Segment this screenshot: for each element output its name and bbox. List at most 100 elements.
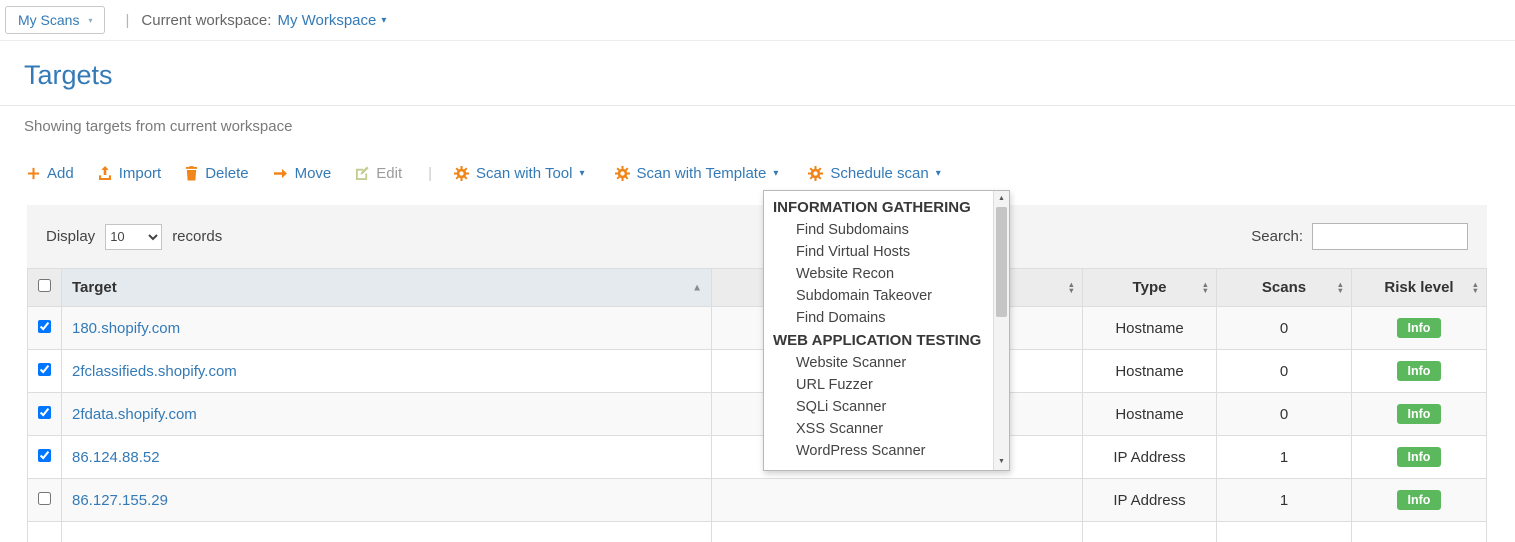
- target-link[interactable]: 2fdata.shopify.com: [72, 406, 197, 423]
- edit-button[interactable]: Edit: [355, 165, 402, 182]
- plus-icon: [27, 167, 40, 180]
- row-checkbox[interactable]: [38, 406, 51, 419]
- scans-cell: 1: [1217, 479, 1352, 522]
- dropdown-item[interactable]: WordPress Scanner: [764, 440, 993, 462]
- empty-cell: [712, 479, 1083, 522]
- my-scans-button[interactable]: My Scans ▾: [5, 6, 105, 34]
- risk-cell: Info: [1352, 307, 1487, 350]
- table-row: 180.shopify.com Hostname 0 Info: [28, 307, 1487, 350]
- row-checkbox[interactable]: [38, 320, 51, 333]
- table-controls: Display 10 records Search:: [27, 205, 1487, 268]
- type-header-label: Type: [1133, 279, 1167, 296]
- row-checkbox[interactable]: [38, 363, 51, 376]
- type-cell: IP Address: [1083, 436, 1217, 479]
- target-cell: 180.shopify.com: [62, 307, 712, 350]
- workspace-name: My Workspace: [277, 12, 376, 29]
- dropdown-item[interactable]: SQLi Scanner: [764, 396, 993, 418]
- dropdown-scrollbar[interactable]: ▲ ▼: [993, 191, 1009, 470]
- scans-cell: [1217, 522, 1352, 542]
- caret-down-icon: ▾: [579, 168, 584, 179]
- type-cell: Hostname: [1083, 307, 1217, 350]
- actions-toolbar: Add Import Delete Move Edit | Scan with …: [0, 135, 1515, 183]
- scans-cell: 0: [1217, 350, 1352, 393]
- type-cell: [1083, 522, 1217, 542]
- checkbox-cell: [28, 436, 62, 479]
- empty-cell: [712, 522, 1083, 542]
- dropdown-group-header: WEB APPLICATION TESTING: [764, 329, 993, 352]
- checkbox-cell: [28, 522, 62, 542]
- dropdown-item[interactable]: Subdomain Takeover: [764, 285, 993, 307]
- risk-badge: Info: [1397, 318, 1442, 338]
- scans-cell: 0: [1217, 307, 1352, 350]
- target-link[interactable]: 86.124.88.52: [72, 449, 160, 466]
- page-subtitle: Showing targets from current workspace: [0, 106, 1515, 135]
- risk-cell: Info: [1352, 393, 1487, 436]
- add-button[interactable]: Add: [27, 165, 74, 182]
- select-all-checkbox[interactable]: [38, 279, 51, 292]
- import-button[interactable]: Import: [98, 165, 162, 182]
- gear-icon: [615, 166, 630, 181]
- dropdown-item[interactable]: Website Scanner: [764, 352, 993, 374]
- targets-table: Target ▲ ▲▼ Type ▲▼ Scans ▲▼: [27, 268, 1487, 542]
- workspace-selector[interactable]: My Workspace ▾: [277, 12, 386, 29]
- scan-with-tool-label: Scan with Tool: [476, 165, 572, 182]
- scroll-down-icon[interactable]: ▼: [994, 455, 1009, 469]
- row-checkbox[interactable]: [38, 492, 51, 505]
- risk-badge: Info: [1397, 404, 1442, 424]
- schedule-scan-label: Schedule scan: [830, 165, 928, 182]
- dropdown-item[interactable]: URL Fuzzer: [764, 374, 993, 396]
- dropdown-item[interactable]: XSS Scanner: [764, 418, 993, 440]
- target-column-header[interactable]: Target ▲: [62, 269, 712, 307]
- table-row: 2fclassifieds.shopify.com Hostname 0 Inf…: [28, 350, 1487, 393]
- checkbox-cell: [28, 479, 62, 522]
- import-label: Import: [119, 165, 162, 182]
- risk-badge: Info: [1397, 361, 1442, 381]
- add-label: Add: [47, 165, 74, 182]
- scrollbar-thumb[interactable]: [996, 207, 1007, 317]
- target-cell: 2fdata.shopify.com: [62, 393, 712, 436]
- target-link[interactable]: 86.127.155.29: [72, 492, 168, 509]
- target-header-label: Target: [72, 279, 117, 296]
- dropdown-item[interactable]: Website Recon: [764, 263, 993, 285]
- target-cell: 2fclassifieds.shopify.com: [62, 350, 712, 393]
- page-size-select[interactable]: 10: [105, 224, 162, 250]
- table-row-partial: [28, 522, 1487, 542]
- row-checkbox[interactable]: [38, 449, 51, 462]
- target-link[interactable]: 2fclassifieds.shopify.com: [72, 363, 237, 380]
- dropdown-item[interactable]: Find Subdomains: [764, 219, 993, 241]
- search-area: Search:: [1251, 223, 1468, 250]
- scan-with-template-button[interactable]: Scan with Template ▾: [615, 165, 779, 182]
- schedule-scan-button[interactable]: Schedule scan ▾: [808, 165, 940, 182]
- risk-badge: Info: [1397, 490, 1442, 510]
- scans-column-header[interactable]: Scans ▲▼: [1217, 269, 1352, 307]
- risk-column-header[interactable]: Risk level ▲▼: [1352, 269, 1487, 307]
- display-label: Display: [46, 228, 95, 245]
- schedule-scan-dropdown: INFORMATION GATHERING Find Subdomains Fi…: [763, 190, 1010, 471]
- trash-icon: [185, 166, 198, 181]
- sort-both-icon: ▲▼: [1202, 282, 1209, 294]
- scans-cell: 0: [1217, 393, 1352, 436]
- risk-cell: [1352, 522, 1487, 542]
- caret-down-icon: ▾: [381, 15, 386, 26]
- table-row: 2fdata.shopify.com Hostname 0 Info: [28, 393, 1487, 436]
- scroll-up-icon[interactable]: ▲: [994, 192, 1009, 206]
- scans-cell: 1: [1217, 436, 1352, 479]
- target-link[interactable]: 180.shopify.com: [72, 320, 180, 337]
- sort-both-icon: ▲▼: [1337, 282, 1344, 294]
- scan-with-tool-button[interactable]: Scan with Tool ▾: [454, 165, 584, 182]
- move-button[interactable]: Move: [273, 165, 332, 182]
- type-column-header[interactable]: Type ▲▼: [1083, 269, 1217, 307]
- gear-icon: [808, 166, 823, 181]
- type-cell: Hostname: [1083, 393, 1217, 436]
- sort-asc-icon: ▲: [692, 282, 702, 293]
- dropdown-item[interactable]: Find Domains: [764, 307, 993, 329]
- table-row: 86.124.88.52 IP Address 1 Info: [28, 436, 1487, 479]
- delete-label: Delete: [205, 165, 248, 182]
- targets-panel: Display 10 records Search:: [27, 205, 1487, 542]
- delete-button[interactable]: Delete: [185, 165, 248, 182]
- caret-down-icon: ▾: [936, 168, 941, 179]
- search-input[interactable]: [1312, 223, 1468, 250]
- topbar-separator: |: [125, 12, 129, 29]
- table-header-row: Target ▲ ▲▼ Type ▲▼ Scans ▲▼: [28, 269, 1487, 307]
- dropdown-item[interactable]: Find Virtual Hosts: [764, 241, 993, 263]
